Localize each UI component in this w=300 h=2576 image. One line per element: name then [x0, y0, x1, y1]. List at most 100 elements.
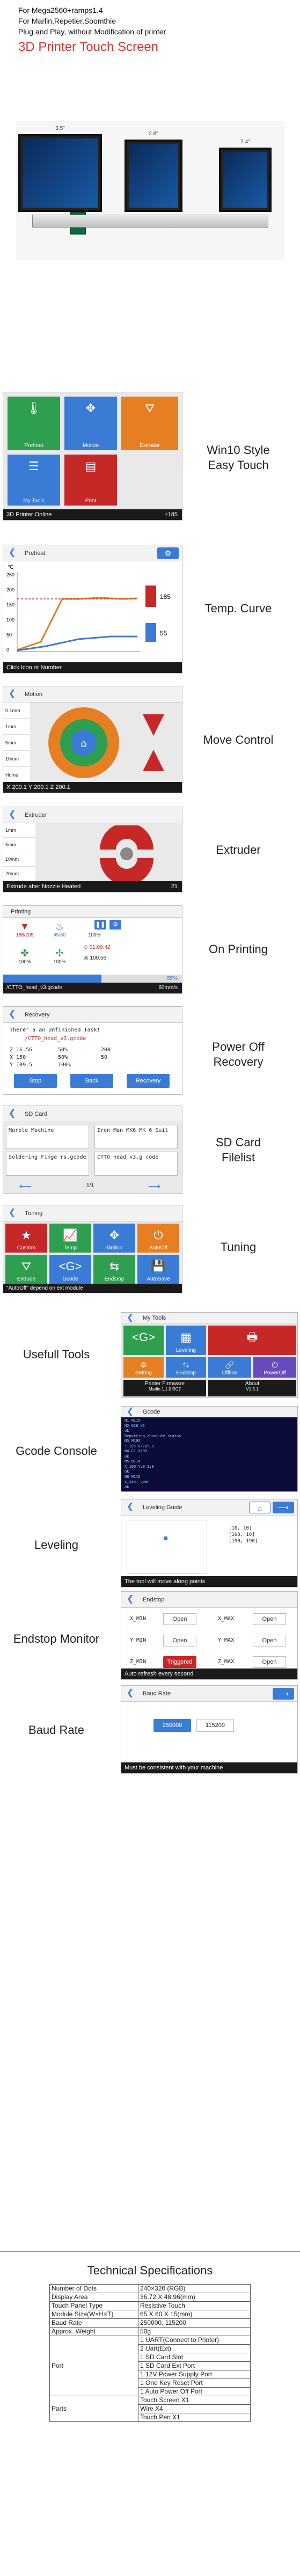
about-info[interactable]: About V1.3.1: [208, 1380, 296, 1396]
tile-extrude[interactable]: ⛛ Extrude: [5, 1255, 47, 1284]
back-icon[interactable]: ❮: [127, 1595, 135, 1604]
gear-icon[interactable]: ⚙: [157, 547, 179, 559]
feature-label-recovery: Power Off Recovery: [212, 1040, 265, 1069]
step-option[interactable]: 10mm: [3, 751, 30, 767]
pause-icon[interactable]: ❚❚: [94, 920, 106, 930]
tile-gcode[interactable]: <G>: [123, 1326, 164, 1355]
endstop-label: X_MIN: [130, 1616, 147, 1622]
tile-preheat[interactable]: 🌡 Preheat: [8, 397, 60, 450]
titlebar: ❮ Tuning: [3, 1205, 182, 1221]
tile-setting[interactable]: ⚙ Setting: [123, 1357, 164, 1378]
settings-icon[interactable]: ⚙: [109, 920, 121, 930]
tile-my-tools[interactable]: ☰ My Tools: [8, 455, 60, 506]
screen-title: Extruder: [25, 812, 47, 818]
bed-area[interactable]: [127, 1520, 207, 1574]
extruder-mock: ❮ Extruder 1mm 5mm 10mm 20mm Extrude aft…: [3, 807, 182, 892]
step-option[interactable]: 1mm: [3, 823, 35, 838]
z-up-icon: [143, 714, 164, 736]
step-option[interactable]: 10mm: [3, 852, 35, 867]
file-item[interactable]: Iron Man MK6 MK 6 Suit: [94, 1125, 178, 1149]
screen-title: Leveling Guide: [143, 1504, 182, 1511]
step-option[interactable]: 0.1mm: [3, 702, 30, 719]
recovery-button[interactable]: Recovery: [127, 1074, 170, 1088]
baud-option-selected[interactable]: 250000: [153, 1719, 191, 1732]
intro-line-1: For Mega2560+ramps1.4: [18, 6, 103, 14]
baud-mock: ❮ Baud Rate ⟶ 250000 115200 Must be cons…: [121, 1685, 298, 1774]
next-icon[interactable]: ⟶: [273, 1688, 294, 1700]
power-icon: ⏻: [153, 1228, 163, 1242]
unit-label: ℃: [8, 565, 13, 570]
extrude-control[interactable]: [94, 825, 159, 882]
tile-custom[interactable]: ★ Custom: [5, 1224, 47, 1253]
tile-leveling[interactable]: ▦ Leveling: [166, 1326, 206, 1355]
fan-icon: ✤: [20, 948, 29, 958]
console-log: N1 M115 N2 G28 X1 ok Reporting absolute sta…: [125, 1418, 181, 1489]
step-option[interactable]: Home: [3, 767, 30, 783]
file-item[interactable]: Soldering Finge rs.gcode: [6, 1152, 89, 1176]
nozzle-icon: [145, 586, 156, 607]
back-icon[interactable]: ❮: [9, 810, 17, 819]
titlebar: ❮ Extruder: [3, 807, 182, 823]
file-item[interactable]: CTTO_head_v3.g code: [94, 1152, 178, 1176]
back-icon[interactable]: ❮: [9, 690, 17, 698]
back-button[interactable]: Back: [70, 1074, 113, 1088]
back-icon[interactable]: ❮: [9, 1010, 17, 1019]
tile-poweroff[interactable]: ⏻ PowerOff: [253, 1357, 296, 1378]
back-icon[interactable]: ❮: [9, 548, 17, 557]
motion-dial[interactable]: ⌂: [33, 704, 180, 782]
next-page-icon[interactable]: ⟶: [148, 1181, 160, 1192]
step-option[interactable]: 5mm: [3, 838, 35, 852]
file-item[interactable]: Marble Machine: [6, 1125, 89, 1149]
tuning-mock: ❮ Tuning ★ Custom 📈 Temp ✥ Motion ⏻ AutoOff …: [3, 1205, 182, 1293]
back-icon[interactable]: ❮: [127, 1503, 135, 1511]
tile-extruder[interactable]: ⛛ Extruder: [121, 397, 178, 450]
step-list: 1mm 5mm 10mm 20mm: [3, 823, 35, 882]
next-icon[interactable]: ⟶: [273, 1502, 294, 1513]
tile-autooff[interactable]: ⏻ AutoOff: [137, 1224, 179, 1253]
back-icon[interactable]: ❮: [127, 1314, 135, 1322]
tile-offline[interactable]: 🔗 Offline: [208, 1357, 251, 1378]
tile-motion[interactable]: ✥ Motion: [64, 397, 117, 450]
extruder-icon: ⛛: [144, 401, 155, 415]
back-icon[interactable]: ❮: [127, 1408, 135, 1416]
nozzle-readout: 185: [160, 593, 171, 601]
step-option[interactable]: 20mm: [3, 867, 35, 881]
tools-mock: ❮ My Tools <G> ▦ Leveling 🖶 ⚙ Setting ⇆ End…: [121, 1312, 298, 1398]
step-option[interactable]: 1mm: [3, 719, 30, 735]
move-icon: ✥: [85, 401, 96, 415]
step-option[interactable]: 5mm: [3, 735, 30, 751]
titlebar: ❮ Motion: [3, 686, 182, 702]
save-icon: 💾: [151, 1260, 166, 1273]
tile-endstop[interactable]: ⇆ Endstop: [93, 1255, 135, 1284]
chart-icon: 📈: [63, 1228, 78, 1242]
tile-print[interactable]: ▤ Print: [64, 455, 117, 506]
stop-button[interactable]: Stop: [14, 1074, 57, 1088]
thermometer-icon: 🌡: [26, 401, 41, 415]
tile-printer[interactable]: 🖶: [208, 1326, 296, 1355]
size-label-28: 2.8": [149, 131, 158, 137]
status-bar: /CTTO_head_v3.gcode 60mm/s: [3, 983, 182, 993]
tile-temp[interactable]: 📈 Temp: [49, 1224, 91, 1253]
feature-label-leveling: Leveling: [34, 1538, 78, 1552]
feature-label-win10: Win10 Style Easy Touch: [207, 443, 270, 472]
prev-page-icon[interactable]: ⟵: [19, 1181, 32, 1192]
intro-line-3: Plug and Play, without Modification of p…: [18, 27, 166, 36]
ytick: 250: [6, 572, 14, 577]
table-row: Baud Rate 250000, 115200: [49, 2318, 251, 2328]
tile-autosave[interactable]: 💾 AutoSave: [137, 1255, 179, 1284]
screen-title: Recovery: [25, 1012, 50, 1018]
back-icon[interactable]: ❮: [9, 1109, 17, 1118]
print-icon: ▤: [85, 459, 97, 473]
tile-gcode[interactable]: <G> Gcode: [49, 1255, 91, 1284]
temp-chart: ℃ 250 200 150 100 50 0 185 55: [3, 561, 182, 662]
back-icon[interactable]: ❮: [9, 1209, 17, 1217]
size-label-35: 3.5": [55, 126, 65, 131]
recovery-mock: ❮ Recovery There' a an Unfinished Task! …: [3, 1006, 182, 1095]
home-icon[interactable]: ⌂: [249, 1502, 270, 1513]
tile-endstop[interactable]: ⇆ Endstop: [166, 1357, 206, 1378]
baud-option[interactable]: 115200: [196, 1719, 234, 1732]
back-icon[interactable]: ❮: [127, 1689, 135, 1697]
endstop-label: Y_MIN: [130, 1637, 147, 1643]
temp-curve-mock: ❮ Preheat ⚙ ℃ 250 200 150 100 50 0 185 5…: [3, 545, 182, 674]
tile-motion[interactable]: ✥ Motion: [93, 1224, 135, 1253]
